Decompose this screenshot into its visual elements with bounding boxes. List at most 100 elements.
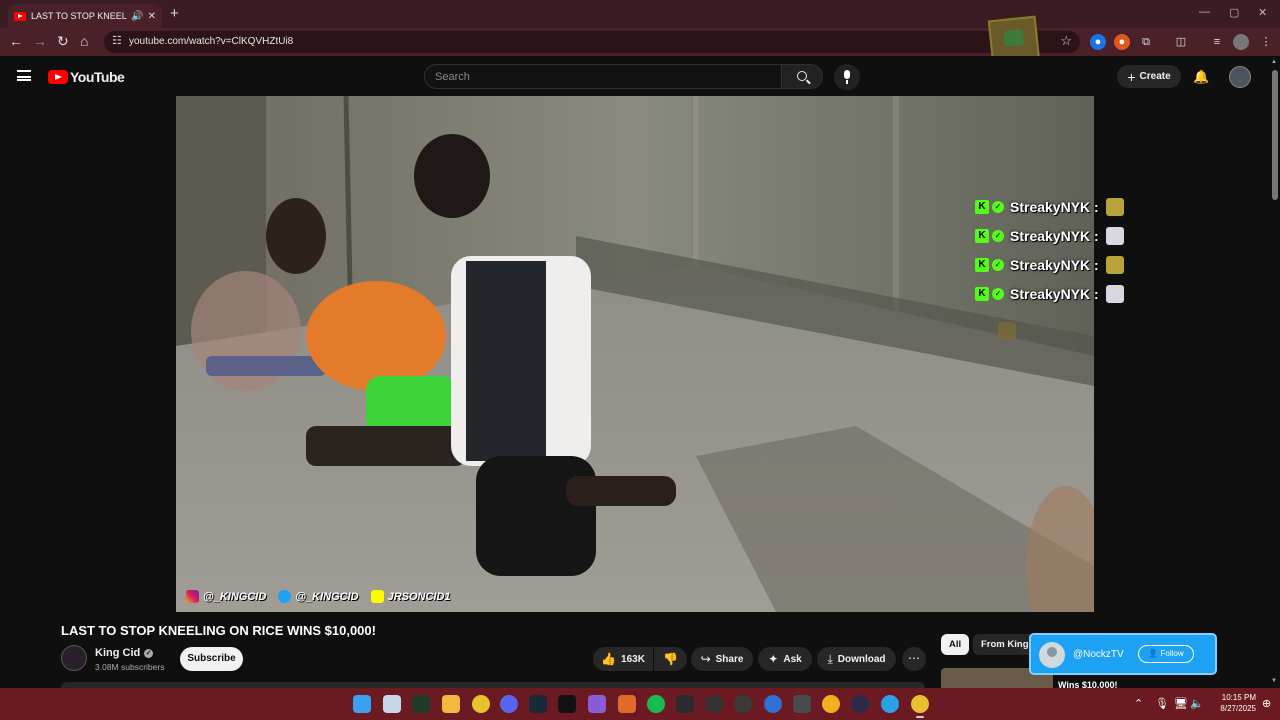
tray-chevron-icon[interactable]: ⌃	[1134, 697, 1143, 710]
snapchat-handle: JRSONCID1	[370, 590, 451, 603]
more-actions-button[interactable]: ⋯	[902, 647, 926, 671]
browser-menu-icon[interactable]: ⋮	[1258, 34, 1274, 50]
app-blue-icon[interactable]	[764, 695, 782, 713]
menu-icon[interactable]	[17, 70, 31, 81]
extension-orange-icon[interactable]: ●	[1114, 34, 1130, 50]
reload-icon[interactable]: ↻	[57, 33, 69, 50]
editor-icon[interactable]	[588, 695, 606, 713]
chrome-active-icon[interactable]	[911, 695, 929, 713]
active-app-indicator	[916, 716, 924, 718]
window-close-button[interactable]: ✕	[1258, 6, 1267, 19]
goat-emote-icon	[1105, 227, 1124, 245]
chrome-icon[interactable]	[472, 695, 490, 713]
new-tab-button[interactable]: +	[170, 5, 179, 22]
account-avatar[interactable]	[1229, 66, 1251, 88]
verified-check-icon: ✓	[144, 648, 154, 658]
reading-list-icon[interactable]: ≡	[1209, 34, 1225, 50]
back-icon[interactable]: ←	[9, 33, 23, 49]
nvidia-icon[interactable]	[676, 695, 694, 713]
chat-message: K ✓ StreakyNYK :	[975, 283, 1145, 305]
snapchat-icon	[370, 590, 384, 603]
extensions-puzzle-icon[interactable]: ⧉	[1138, 34, 1154, 50]
start-windows-icon[interactable]	[353, 695, 371, 713]
dislike-button[interactable]: 👎	[654, 647, 687, 671]
system-clock[interactable]: 10:15 PM 8/27/2025	[1208, 692, 1256, 714]
verified-badge-icon: ✓	[992, 288, 1004, 300]
app-yellow-icon[interactable]	[822, 695, 840, 713]
forward-icon[interactable]: →	[33, 33, 47, 49]
scrollbar-thumb[interactable]	[1272, 70, 1278, 200]
volume-icon[interactable]: 🔈	[1190, 697, 1204, 710]
extension-blue-icon[interactable]: ●	[1090, 34, 1106, 50]
network-icon[interactable]: 🖥	[1174, 697, 1188, 710]
notification-center-icon[interactable]: ⊕	[1262, 697, 1271, 710]
maximize-button[interactable]: ▢	[1229, 6, 1239, 19]
bookmark-star-icon[interactable]: ☆	[1060, 33, 1072, 49]
minimize-button[interactable]: —	[1199, 6, 1210, 18]
home-icon[interactable]: ⌂	[80, 33, 88, 49]
follow-button[interactable]: 👤 Follow	[1138, 645, 1194, 663]
app-orange-icon[interactable]	[618, 695, 636, 713]
download-icon: ⤓	[827, 651, 833, 666]
video-player[interactable]	[176, 96, 1094, 612]
site-info-icon[interactable]: ☷	[112, 34, 122, 47]
app-iv-icon[interactable]	[793, 695, 811, 713]
chip-all[interactable]: All	[941, 634, 970, 655]
obs-icon[interactable]	[558, 695, 576, 713]
kick-badge-icon: K	[975, 258, 989, 272]
browser-tab[interactable]: LAST TO STOP KNEELING O 🔊 ✕	[8, 4, 162, 28]
youtube-logo[interactable]: YouTube	[48, 69, 125, 85]
file-explorer-icon[interactable]	[442, 695, 460, 713]
chat-username: StreakyNYK :	[1010, 199, 1099, 215]
channel-avatar[interactable]	[61, 645, 87, 671]
create-button[interactable]: + Create	[1117, 65, 1181, 88]
twitter-handle-text: @_KINGCID	[295, 590, 359, 603]
discord-icon[interactable]	[500, 695, 518, 713]
app-c-icon[interactable]	[734, 695, 752, 713]
scroll-up-icon[interactable]: ▲	[1271, 59, 1277, 65]
search-placeholder: Search	[435, 71, 470, 83]
youtube-favicon-icon	[14, 11, 26, 21]
youtube-play-icon	[48, 70, 68, 84]
tab-close-button[interactable]: ✕	[148, 11, 156, 22]
scroll-down-icon[interactable]: ▼	[1271, 678, 1277, 684]
ask-label: Ask	[783, 653, 802, 665]
kick-badge-icon: K	[975, 287, 989, 301]
profile-avatar-icon[interactable]	[1233, 34, 1249, 50]
share-icon: ↪	[700, 652, 711, 666]
microphone-icon[interactable]: 🎙	[1155, 697, 1169, 710]
image-viewer-icon[interactable]	[383, 695, 401, 713]
instagram-icon	[186, 590, 199, 603]
app-share-icon[interactable]	[881, 695, 899, 713]
address-bar[interactable]: ☷ youtube.com/watch?v=ClKQVHZtUi8 ☆	[104, 31, 1080, 53]
subscribe-button[interactable]: Subscribe	[180, 647, 243, 671]
notifications-bell-icon[interactable]: 🔔	[1193, 69, 1209, 85]
spotify-icon[interactable]	[647, 695, 665, 713]
instagram-handle: @_KINGCID	[186, 590, 266, 603]
channel-name-text: King Cid	[95, 647, 141, 659]
video-title: LAST TO STOP KNEELING ON RICE WINS $10,0…	[61, 623, 376, 638]
github-icon[interactable]	[705, 695, 723, 713]
speaker-icon[interactable]: 🔊	[131, 11, 143, 22]
share-button[interactable]: ↪ Share	[691, 647, 753, 671]
voice-search-button[interactable]	[834, 64, 860, 90]
verified-badge-icon: ✓	[992, 201, 1004, 213]
ask-button[interactable]: ✦ Ask	[758, 647, 812, 671]
side-panel-icon[interactable]: ◫	[1173, 34, 1189, 50]
social-handles-overlay: @_KINGCID @_KINGCID JRSONCID1	[186, 590, 451, 603]
like-count: 163K	[621, 653, 645, 665]
thumbs-up-icon: 👍	[601, 652, 617, 666]
chat-username: StreakyNYK :	[1010, 286, 1099, 302]
sparkle-icon: ✦	[768, 652, 779, 666]
like-button[interactable]: 👍 163K	[593, 647, 653, 671]
app-dark-icon[interactable]	[851, 695, 869, 713]
download-button[interactable]: ⤓ Download	[817, 647, 896, 671]
search-input[interactable]: Search	[424, 64, 782, 89]
browser-tab-strip	[0, 0, 1280, 28]
steam-icon[interactable]	[529, 695, 547, 713]
terminal-icon[interactable]	[412, 695, 430, 713]
search-button[interactable]	[781, 64, 823, 89]
chip-from-king[interactable]: From King	[973, 634, 1037, 655]
chat-message: K ✓ StreakyNYK :	[975, 254, 1145, 276]
channel-name[interactable]: King Cid ✓	[95, 647, 154, 659]
